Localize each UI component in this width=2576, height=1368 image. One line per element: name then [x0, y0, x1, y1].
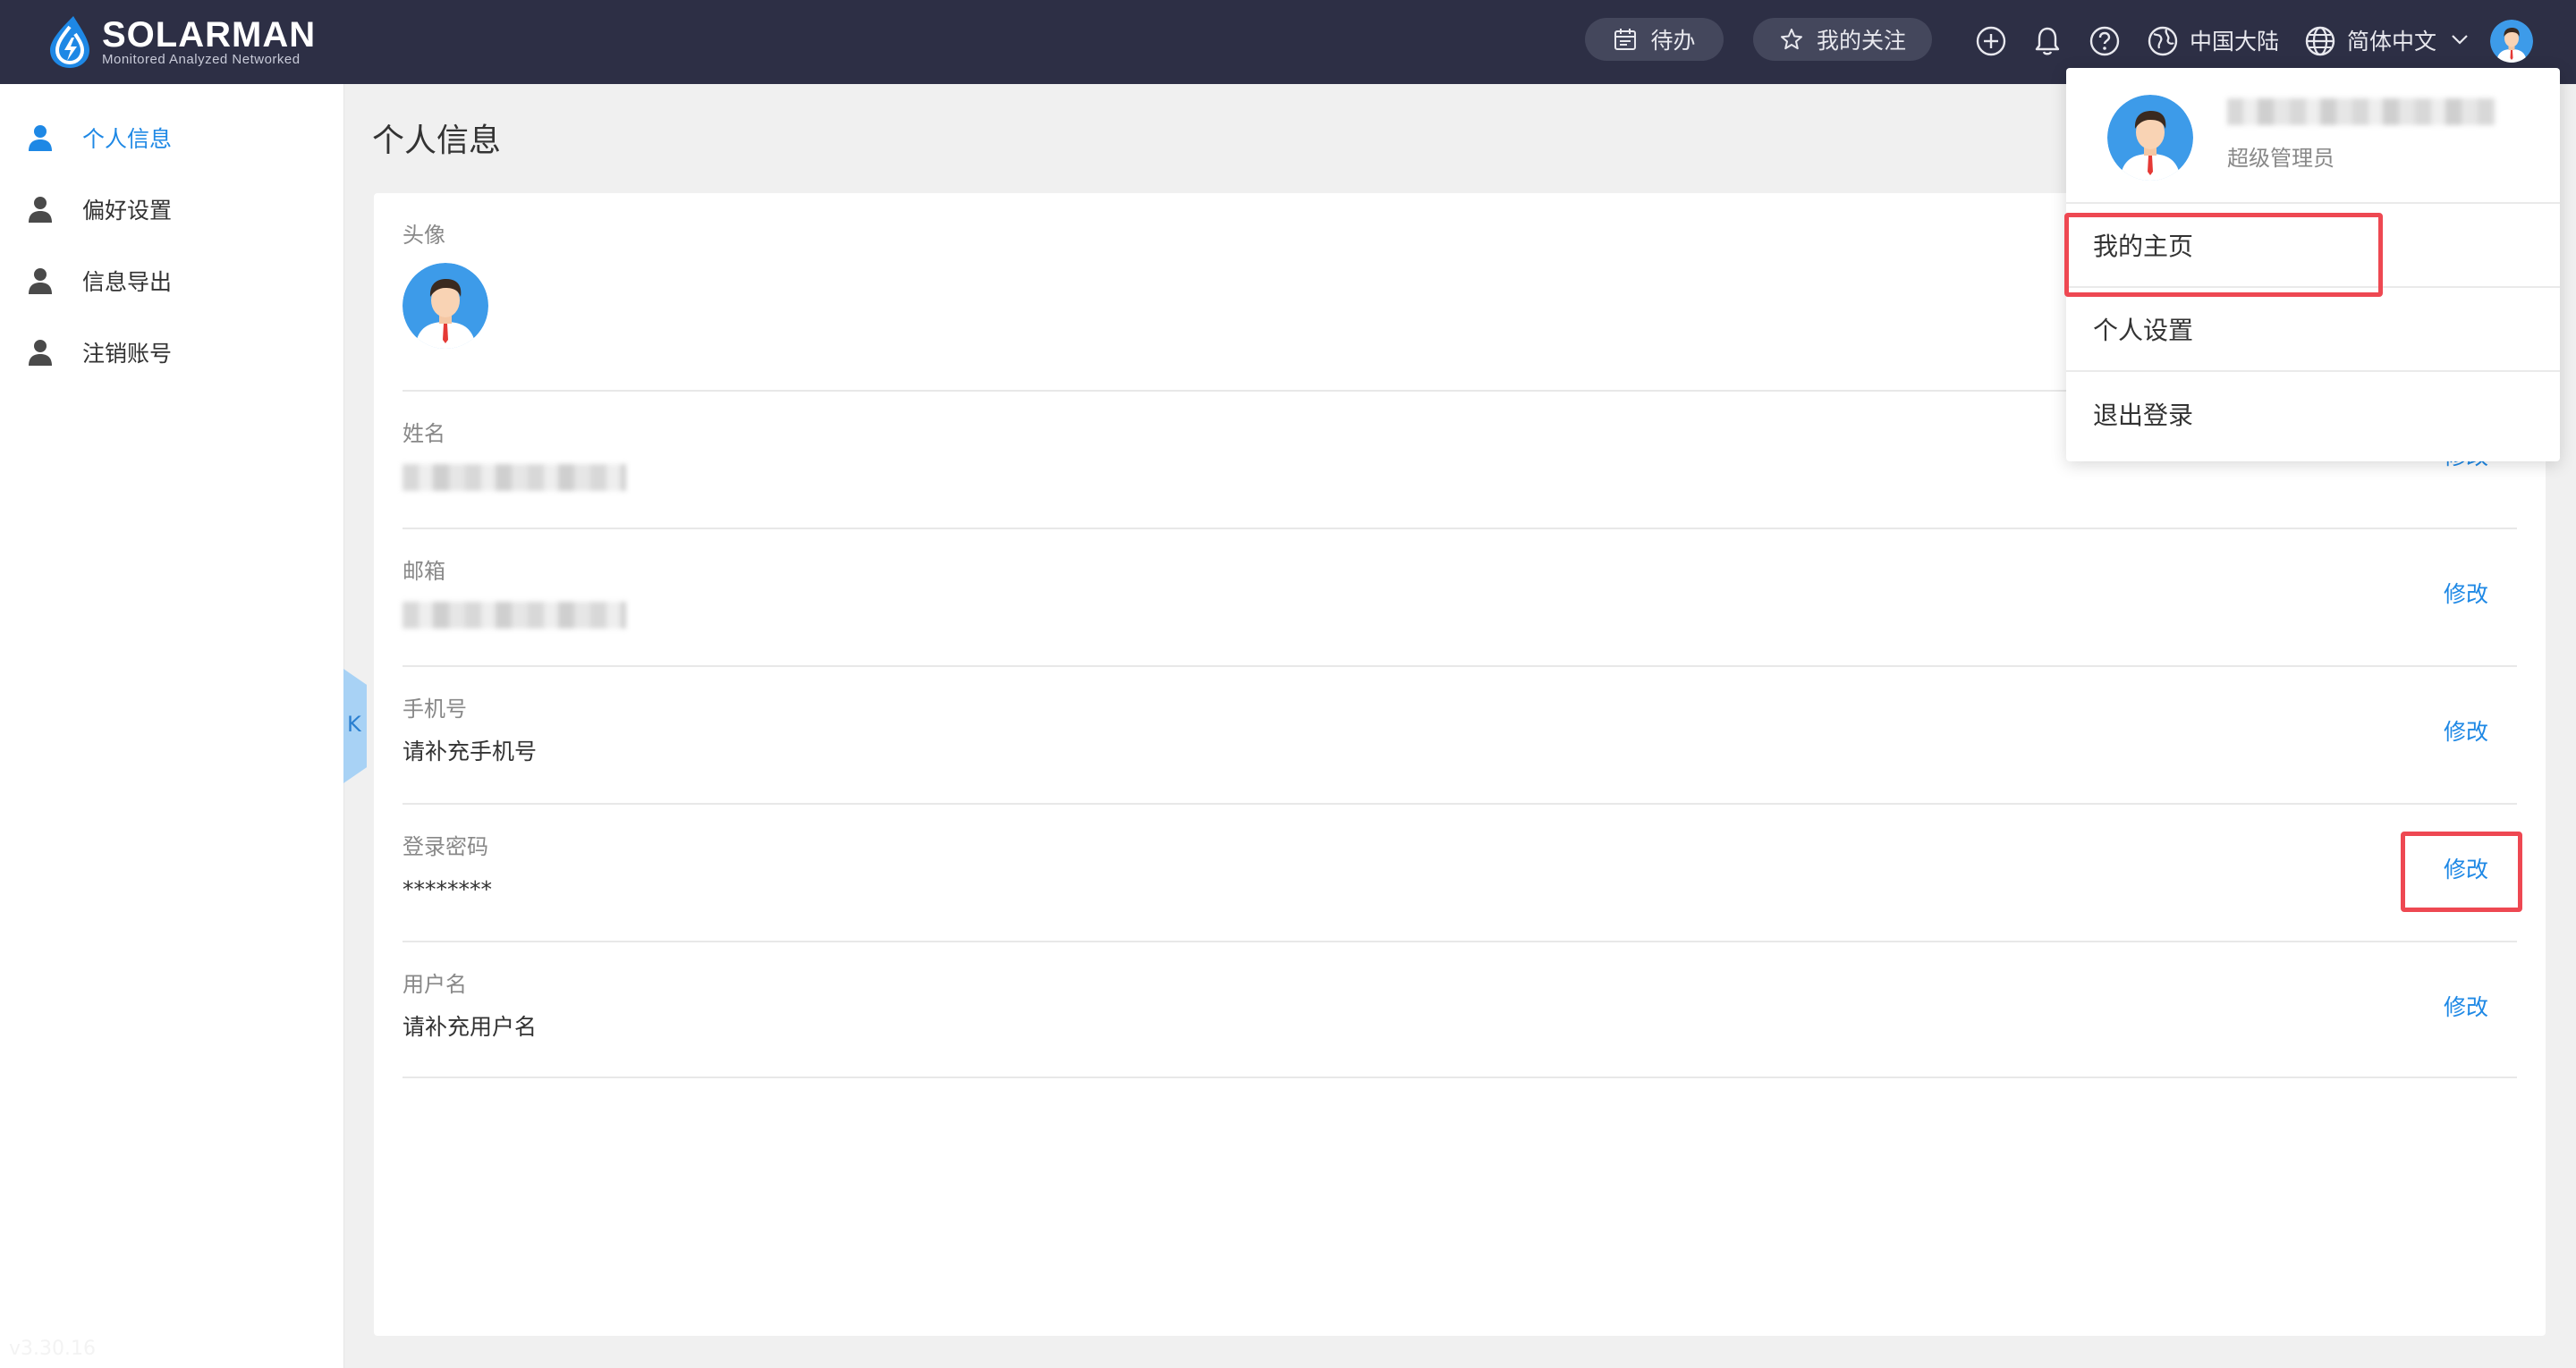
region-selector[interactable]: 中国大陆 [2190, 27, 2279, 57]
user-icon [29, 197, 52, 223]
sidebar-item-preferences[interactable]: 偏好设置 [0, 182, 344, 236]
field-label: 邮箱 [402, 559, 445, 584]
password-field: 登录密码 ******** [402, 832, 2517, 905]
solarman-logo-icon [50, 16, 89, 68]
favorites-label: 我的关注 [1816, 28, 1906, 54]
brand-tagline: Monitored Analyzed Networked [102, 52, 301, 67]
email-value [402, 599, 2517, 629]
edit-phone-button[interactable]: 修改 [2444, 717, 2488, 747]
user-avatar-button[interactable] [2490, 20, 2533, 63]
dropdown-role: 超级管理员 [2227, 146, 2334, 171]
edit-password-button[interactable]: 修改 [2444, 855, 2488, 885]
plus-circle-icon[interactable] [1975, 25, 2007, 57]
avatar-icon [402, 263, 488, 349]
version-label: v3.30.16 [9, 1338, 96, 1360]
sidebar-item-export[interactable]: 信息导出 [0, 254, 344, 308]
user-icon [29, 125, 52, 151]
sidebar-item-label: 偏好设置 [82, 198, 173, 224]
todo-label: 待办 [1650, 28, 1696, 54]
menu-item-label: 个人设置 [2093, 316, 2194, 345]
avatar-icon [2107, 95, 2193, 181]
field-label: 用户名 [402, 972, 467, 997]
chevron-down-icon[interactable] [2449, 29, 2470, 50]
field-label: 手机号 [402, 697, 467, 722]
user-menu-dropdown: 超级管理员 我的主页 个人设置 退出登录 [2066, 68, 2560, 461]
collapse-glyph: K [347, 712, 361, 737]
divider [402, 941, 2517, 942]
sidebar-collapse-handle[interactable]: K [343, 669, 367, 783]
user-icon [29, 268, 52, 294]
bell-icon[interactable] [2031, 25, 2063, 57]
menu-item-personal-settings[interactable]: 个人设置 [2066, 288, 2560, 372]
edit-username-button[interactable]: 修改 [2444, 992, 2488, 1023]
redacted-text [2227, 98, 2496, 125]
email-field: 邮箱 [402, 556, 2517, 629]
user-icon [29, 340, 52, 366]
redacted-text [402, 602, 626, 629]
phone-field: 手机号 请补充手机号 [402, 694, 2517, 767]
logo-text: SOLARMAN Monitored Analyzed Networked [102, 17, 316, 67]
user-menu-header: 超级管理员 [2066, 68, 2560, 204]
menu-item-label: 我的主页 [2093, 232, 2194, 261]
sidebar-item-label: 信息导出 [82, 269, 173, 295]
divider [402, 803, 2517, 805]
field-label: 登录密码 [402, 834, 488, 859]
password-value: ******** [402, 876, 492, 902]
favorites-button[interactable]: 我的关注 [1753, 18, 1932, 61]
language-icon[interactable] [2304, 25, 2336, 57]
divider [402, 528, 2517, 529]
sidebar-item-label: 注销账号 [82, 341, 173, 367]
calendar-icon [1614, 29, 1637, 50]
menu-item-logout[interactable]: 退出登录 [2066, 372, 2560, 456]
phone-value: 请补充手机号 [402, 739, 538, 764]
sidebar-item-personal-info[interactable]: 个人信息 [0, 111, 344, 165]
username-field: 用户名 请补充用户名 [402, 969, 2517, 1043]
todo-button[interactable]: 待办 [1585, 18, 1724, 61]
dropdown-username [2227, 98, 2496, 125]
redacted-text [402, 464, 626, 491]
sidebar: 个人信息 偏好设置 信息导出 注销账号 [0, 84, 344, 1368]
avatar-icon [2490, 20, 2533, 63]
sidebar-item-delete-account[interactable]: 注销账号 [0, 325, 344, 379]
dropdown-avatar [2107, 95, 2193, 181]
sidebar-item-label: 个人信息 [82, 126, 173, 152]
edit-email-button[interactable]: 修改 [2444, 579, 2488, 610]
logo[interactable]: SOLARMAN Monitored Analyzed Networked [47, 14, 316, 70]
help-icon[interactable] [2089, 25, 2121, 57]
menu-item-my-homepage[interactable]: 我的主页 [2066, 204, 2560, 288]
name-value [402, 461, 2517, 492]
divider [402, 1077, 2517, 1078]
language-selector[interactable]: 简体中文 [2347, 27, 2436, 57]
brand-name: SOLARMAN [102, 15, 317, 55]
star-icon [1780, 29, 1802, 50]
app-root: SOLARMAN Monitored Analyzed Networked 待办… [0, 0, 2576, 1368]
profile-avatar[interactable] [402, 263, 488, 349]
username-value: 请补充用户名 [402, 1014, 538, 1040]
menu-item-label: 退出登录 [2093, 401, 2194, 430]
globe-icon[interactable] [2147, 25, 2179, 57]
divider [402, 665, 2517, 667]
page-title: 个人信息 [372, 122, 502, 159]
